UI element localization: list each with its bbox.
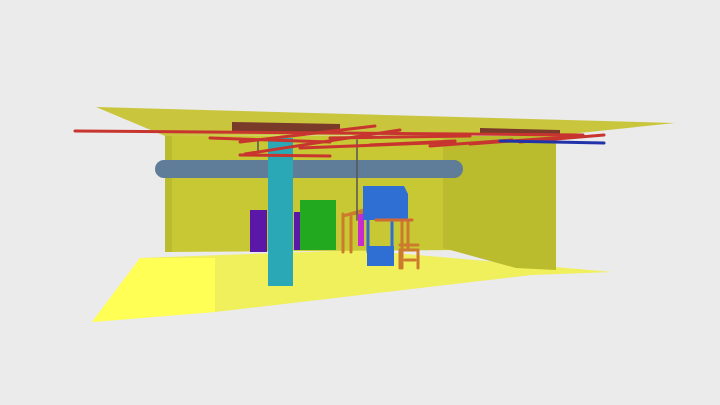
column (268, 138, 293, 286)
purple-panel (250, 210, 267, 252)
blue-pipe (498, 139, 606, 145)
floor-light-patch (92, 258, 215, 322)
left-wall-edge (165, 136, 172, 252)
green-panel (300, 200, 336, 250)
3d-viewer-viewport[interactable] (0, 0, 720, 405)
duct (155, 160, 463, 178)
3d-scene-canvas[interactable] (0, 0, 720, 405)
right-wall (443, 136, 556, 270)
blue-cabinet-base (367, 246, 394, 266)
blue-cabinet[interactable] (363, 186, 408, 220)
